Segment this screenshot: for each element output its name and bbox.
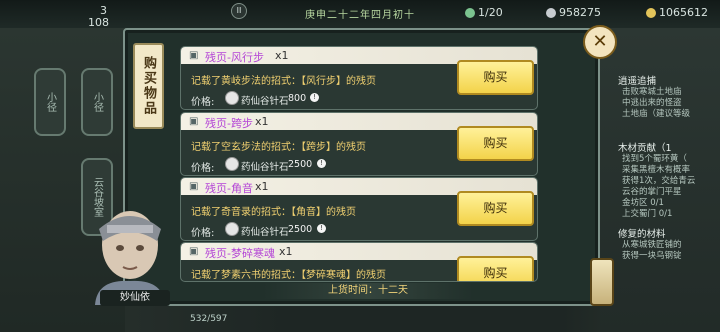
needle-stone-icon [225,157,239,171]
quest-title-2[interactable]: 木材贡献（1 [618,140,672,154]
scroll-icon: ▣ [189,50,199,61]
quest-desc-2: 找到5个蜀环黄（ 采集黑檀木有概率 获得1次，交给青云 云谷的掌门平星 金坊区 … [622,154,696,219]
info-icon[interactable]: ! [310,93,319,102]
quest-title-3[interactable]: 修复的材料 [618,226,666,240]
scroll-icon: ▣ [189,181,199,192]
buy-button[interactable]: 购买 [457,191,534,226]
map-node-path-2[interactable]: 小径 [81,68,113,136]
info-icon[interactable]: ! [317,159,326,168]
info-icon[interactable]: ! [317,224,326,233]
buy-button[interactable]: 购买 [457,126,534,161]
progress-icon [465,8,475,18]
currency-name: 药仙谷针石 [241,96,289,107]
currency-name: 药仙谷针石 [241,162,289,173]
item-quantity: x1 [275,49,289,62]
item-description: 记载了黄岐步法的招式：【风行步】的残页 [191,76,376,87]
item-name: 残页-跨步 [205,117,253,130]
shop-item-card: ▣ 残页-风行步 x1 记载了黄岐步法的招式：【风行步】的残页 价格: 药仙谷针… [180,46,538,110]
silver-coin-icon [546,8,556,18]
price-label: 价格: [191,97,215,108]
quest-desc-3: 从寒城铁匠铺的 获得一块乌钢锭 [622,240,682,261]
gold-coin-icon [646,8,656,18]
bottom-hud-numbers: 532/597 [190,314,228,324]
price-label: 价格: [191,228,215,239]
close-icon[interactable]: ✕ [583,25,617,59]
progress-counter: 1/20 [465,6,503,19]
price-amount: 2500 [288,224,313,235]
calendar-date: 庚申二十二年四月初十 [305,10,415,21]
item-quantity: x1 [255,180,269,193]
needle-stone-icon [225,91,239,105]
npc-portrait [95,211,165,305]
scroll-icon: ▣ [189,116,199,127]
price-amount: 2500 [288,159,313,170]
item-name: 残页-角音 [205,182,253,195]
item-description: 记载了奇音录的招式：【角音】的残页 [191,207,356,218]
npc-name: 妙仙依 [100,290,170,306]
buy-button[interactable]: 购买 [457,60,534,95]
item-quantity: x1 [255,115,269,128]
shop-item-card: ▣ 残页-梦碎寒魂 x1 记载了梦素六书的招式：【梦碎寒魂】的残页 购买 [180,242,538,282]
lantern-icon [590,258,614,306]
hud-left-number-2: 3 [100,4,107,17]
item-name: 残页-风行步 [205,51,264,64]
shop-item-card: ▣ 残页-跨步 x1 记载了空玄步法的招式：【跨步】的残页 价格: 药仙谷针石 … [180,112,538,176]
shop-item-card: ▣ 残页-角音 x1 记载了奇音录的招式：【角音】的残页 价格: 药仙谷针石 2… [180,177,538,241]
buy-button[interactable]: 购买 [457,256,534,281]
quest-title-1[interactable]: 逍遥追捕 [618,73,656,87]
pause-icon[interactable]: II [231,3,247,19]
quest-desc-1: 击败寒城土地庙 中逃出来的怪盗 土地庙（建议等级 [622,87,691,119]
top-hud: 108 3 II 庚申二十二年四月初十 1/20 958275 1065612 [0,0,720,29]
item-quantity: x1 [279,245,293,258]
currency-2: 1065612 [646,6,708,19]
price-label: 价格: [191,163,215,174]
map-node-path-1[interactable]: 小径 [34,68,66,136]
currency-name: 药仙谷针石 [241,227,289,238]
item-description: 记载了梦素六书的招式：【梦碎寒魂】的残页 [191,270,386,281]
item-name: 残页-梦碎寒魂 [205,247,275,260]
price-amount: 800 [288,93,307,104]
scroll-icon: ▣ [189,246,199,257]
shop-title: 购买物品 [133,43,164,129]
restock-time: 上货时间：十二天 [263,283,473,299]
needle-stone-icon [225,222,239,236]
item-description: 记载了空玄步法的招式：【跨步】的残页 [191,142,366,153]
currency-1: 958275 [546,6,601,19]
